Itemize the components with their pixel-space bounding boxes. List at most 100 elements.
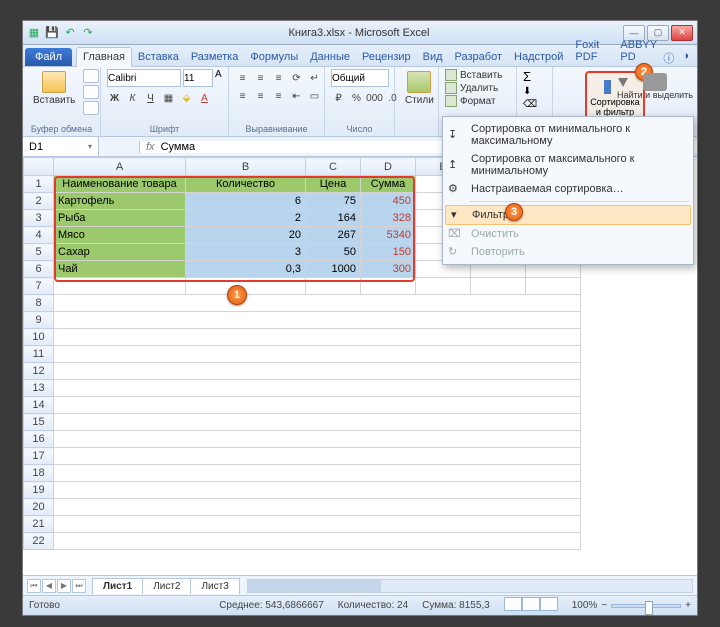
cell[interactable] (54, 465, 581, 482)
cell[interactable] (306, 278, 361, 295)
cell[interactable] (54, 499, 581, 516)
clear-icon[interactable]: ⌫ (523, 99, 537, 110)
row-header[interactable]: 22 (24, 533, 54, 550)
percent-icon[interactable]: % (349, 91, 364, 105)
row-header[interactable]: 1 (24, 176, 54, 193)
row-header[interactable]: 21 (24, 516, 54, 533)
cell[interactable]: 1000 (306, 261, 361, 278)
tab-developer[interactable]: Разработ (449, 48, 508, 66)
cell[interactable] (416, 278, 471, 295)
sheet-tab[interactable]: Лист1 (92, 578, 143, 594)
help-icon[interactable]: ◑ (682, 50, 689, 66)
custom-sort-item[interactable]: ⚙Настраиваемая сортировка… (443, 180, 693, 198)
tab-foxit[interactable]: Foxit PDF (569, 36, 614, 66)
cell[interactable]: 267 (306, 227, 361, 244)
cell[interactable]: 75 (306, 193, 361, 210)
border-icon[interactable]: ▦ (161, 91, 176, 105)
cell[interactable] (54, 397, 581, 414)
sheet-nav-next-icon[interactable]: ▶ (57, 579, 71, 593)
cell[interactable] (54, 295, 581, 312)
view-page-layout-icon[interactable] (522, 597, 540, 611)
format-cells-button[interactable]: Формат (445, 95, 510, 107)
cell[interactable] (361, 278, 416, 295)
cut-icon[interactable] (83, 69, 99, 83)
underline-icon[interactable]: Ч (143, 91, 158, 105)
col-header[interactable]: C (306, 158, 361, 176)
col-header[interactable]: A (54, 158, 186, 176)
cell[interactable]: Картофель (54, 193, 186, 210)
fx-icon[interactable]: fx (146, 141, 155, 153)
align-center-icon[interactable]: ≡ (253, 89, 268, 103)
sort-asc-item[interactable]: ↧Сортировка от минимального к максимальн… (443, 120, 693, 150)
fill-color-icon[interactable]: ⬙ (179, 91, 194, 105)
delete-cells-button[interactable]: Удалить (445, 82, 510, 94)
cell[interactable] (54, 516, 581, 533)
minimize-ribbon-icon[interactable]: ⓘ (663, 50, 674, 66)
cell[interactable] (54, 363, 581, 380)
tab-insert[interactable]: Вставка (132, 48, 185, 66)
align-left-icon[interactable]: ≡ (235, 89, 250, 103)
paste-button[interactable]: Вставить (29, 69, 79, 108)
row-header[interactable]: 19 (24, 482, 54, 499)
cell[interactable] (471, 278, 526, 295)
grow-font-icon[interactable]: A (215, 69, 222, 87)
row-header[interactable]: 6 (24, 261, 54, 278)
sheet-nav-last-icon[interactable]: ⏭ (72, 579, 86, 593)
cell[interactable] (54, 380, 581, 397)
name-box[interactable]: D1 (23, 137, 99, 156)
currency-icon[interactable]: ₽ (331, 91, 346, 105)
cell[interactable]: 150 (361, 244, 416, 261)
wrap-text-icon[interactable]: ↵ (307, 71, 322, 85)
cell[interactable]: Наименование товара (54, 176, 186, 193)
col-header[interactable]: D (361, 158, 416, 176)
copy-icon[interactable] (83, 85, 99, 99)
cell[interactable]: 0,3 (186, 261, 306, 278)
cell[interactable] (526, 278, 581, 295)
col-header[interactable]: B (186, 158, 306, 176)
comma-icon[interactable]: 000 (367, 91, 382, 105)
row-header[interactable]: 20 (24, 499, 54, 516)
row-header[interactable]: 5 (24, 244, 54, 261)
row-header[interactable]: 9 (24, 312, 54, 329)
cell[interactable] (54, 329, 581, 346)
tab-addins[interactable]: Надстрой (508, 48, 569, 66)
align-top-icon[interactable]: ≡ (235, 71, 250, 85)
row-header[interactable]: 2 (24, 193, 54, 210)
row-header[interactable]: 15 (24, 414, 54, 431)
cell[interactable] (54, 278, 186, 295)
font-name-select[interactable] (107, 69, 181, 87)
cell[interactable] (54, 312, 581, 329)
zoom-control[interactable]: 100% − + (572, 600, 691, 611)
row-header[interactable]: 4 (24, 227, 54, 244)
cell[interactable]: 50 (306, 244, 361, 261)
merge-icon[interactable]: ▭ (307, 89, 322, 103)
sheet-tab[interactable]: Лист3 (190, 578, 239, 594)
row-header[interactable]: 14 (24, 397, 54, 414)
save-icon[interactable]: 💾 (45, 26, 59, 40)
zoom-slider[interactable] (611, 604, 681, 608)
row-header[interactable]: 10 (24, 329, 54, 346)
styles-button[interactable]: Стили (401, 69, 438, 108)
tab-formulas[interactable]: Формулы (244, 48, 304, 66)
cell[interactable] (54, 431, 581, 448)
row-header[interactable]: 7 (24, 278, 54, 295)
row-header[interactable]: 8 (24, 295, 54, 312)
align-bottom-icon[interactable]: ≡ (271, 71, 286, 85)
row-header[interactable]: 17 (24, 448, 54, 465)
italic-icon[interactable]: К (125, 91, 140, 105)
close-button[interactable]: ✕ (671, 25, 693, 41)
view-normal-icon[interactable] (504, 597, 522, 611)
sort-desc-item[interactable]: ↥Сортировка от максимального к минимальн… (443, 150, 693, 180)
zoom-out-icon[interactable]: − (601, 600, 607, 611)
filter-item[interactable]: ▾Фильтр (445, 205, 691, 225)
font-color-icon[interactable]: A (197, 91, 212, 105)
cell[interactable]: 3 (186, 244, 306, 261)
align-right-icon[interactable]: ≡ (271, 89, 286, 103)
view-page-break-icon[interactable] (540, 597, 558, 611)
cell[interactable] (54, 448, 581, 465)
cell[interactable]: 5340 (361, 227, 416, 244)
number-format-select[interactable] (331, 69, 389, 87)
cell[interactable]: 300 (361, 261, 416, 278)
indent-dec-icon[interactable]: ⇤ (289, 89, 304, 103)
cell[interactable]: Цена (306, 176, 361, 193)
